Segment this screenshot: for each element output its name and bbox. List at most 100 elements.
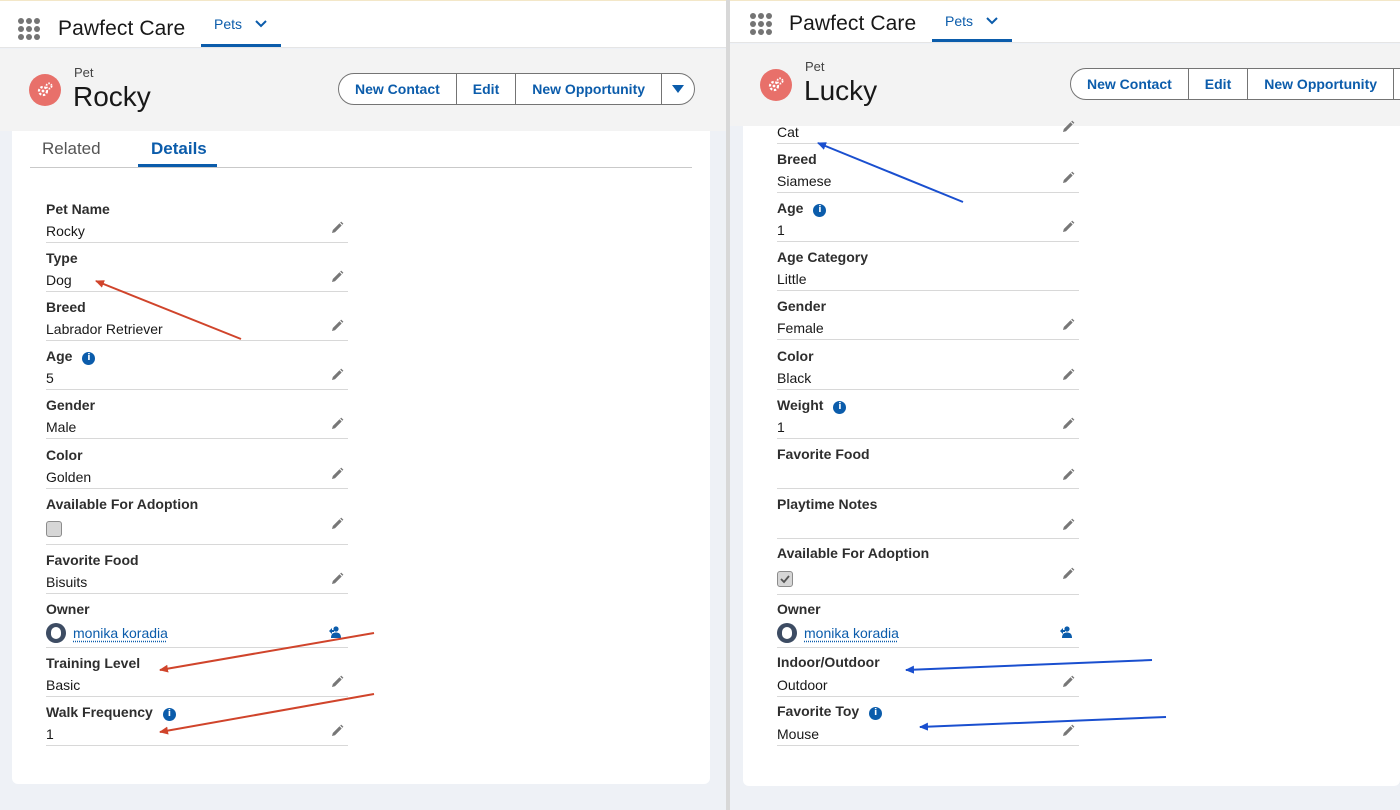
pencil-icon[interactable] (330, 724, 344, 738)
field-label: Owner (777, 601, 821, 617)
field-available-for-adoption: Available For Adoption (777, 545, 1079, 595)
new-contact-button[interactable]: New Contact (1070, 68, 1189, 100)
field-owner: Owner monika koradia (46, 600, 348, 648)
global-nav: Pawfect Care Pets (730, 0, 1400, 43)
info-icon[interactable]: i (869, 707, 883, 720)
field-label: Breed (46, 299, 86, 315)
change-owner-icon[interactable] (1059, 625, 1073, 639)
left-window: Pawfect Care Pets Pet Rocky New Contact … (0, 0, 726, 810)
owner-link[interactable]: monika koradia (804, 625, 899, 641)
owner-link[interactable]: monika koradia (73, 625, 168, 641)
field-value: Little (777, 271, 807, 287)
object-label: Pet (74, 65, 94, 80)
field-label: Available For Adoption (777, 545, 930, 561)
pencil-icon[interactable] (1061, 220, 1075, 234)
chevron-down-icon[interactable] (255, 19, 267, 28)
field-label: Breed (777, 151, 817, 167)
record-name: Rocky (73, 81, 151, 112)
field-age-category: Age Category Little (777, 249, 1079, 291)
nav-tab-label: Pets (214, 15, 243, 32)
pencil-icon[interactable] (1061, 518, 1075, 532)
nav-tab-pets[interactable]: Pets (932, 3, 1012, 42)
field-value: Dog (46, 272, 72, 288)
field-gender: Gender Male (46, 396, 348, 439)
field-available-for-adoption: Available For Adoption (46, 495, 348, 545)
field-breed: Breed Labrador Retriever (46, 298, 348, 341)
field-value: 1 (46, 726, 54, 742)
pencil-icon[interactable] (330, 417, 344, 431)
field-label-text: Age (777, 200, 804, 216)
checkmark-icon (780, 575, 790, 584)
pencil-icon[interactable] (330, 675, 344, 689)
record-header: Pet Rocky New Contact Edit New Opportuni… (0, 49, 726, 131)
field-training-level: Training Level Basic (46, 654, 348, 697)
tab-related[interactable]: Related (42, 139, 101, 159)
field-label: Color (46, 447, 83, 463)
field-value: 1 (777, 419, 785, 435)
record-header: Pet Lucky New Contact Edit New Opportuni… (730, 44, 1400, 126)
edit-button[interactable]: Edit (455, 73, 517, 105)
field-value: Siamese (777, 173, 832, 189)
pencil-icon[interactable] (330, 368, 344, 382)
adoption-checkbox-checked (777, 571, 793, 587)
more-actions-button[interactable] (661, 73, 696, 105)
field-label-text: Favorite Toy (777, 703, 860, 719)
edit-button[interactable]: Edit (1187, 68, 1249, 100)
pencil-icon[interactable] (1061, 724, 1075, 738)
pencil-icon[interactable] (330, 319, 344, 333)
field-value: Outdoor (777, 677, 828, 693)
owner-avatar (777, 623, 797, 643)
field-label: Gender (777, 298, 827, 314)
record-name: Lucky (804, 75, 878, 106)
action-buttons: New Contact Edit New Opportunity (1070, 68, 1400, 100)
field-favorite-food: Favorite Food Bisuits (46, 551, 348, 594)
field-favorite-food: Favorite Food (777, 446, 1079, 489)
info-icon[interactable]: i (833, 401, 847, 414)
pencil-icon[interactable] (1061, 468, 1075, 482)
field-value: Labrador Retriever (46, 321, 163, 337)
field-walk-frequency: Walk Frequency i 1 (46, 703, 348, 746)
field-label: Weight i (777, 397, 847, 414)
info-icon[interactable]: i (162, 708, 176, 721)
field-favorite-toy: Favorite Toy i Mouse (777, 703, 1079, 746)
field-value: 5 (46, 370, 54, 386)
field-weight: Weight i 1 (777, 397, 1079, 439)
pencil-icon[interactable] (330, 517, 344, 531)
pencil-icon[interactable] (1061, 368, 1075, 382)
app-launcher-icon[interactable] (18, 18, 40, 40)
change-owner-icon[interactable] (328, 625, 342, 639)
field-value: Basic (46, 677, 81, 693)
pencil-icon[interactable] (330, 221, 344, 235)
pencil-icon[interactable] (330, 572, 344, 586)
field-value: Cat (777, 124, 799, 140)
pet-object-icon (760, 69, 792, 101)
global-nav: Pawfect Care Pets (0, 0, 726, 48)
chevron-down-icon[interactable] (986, 17, 998, 25)
field-age: Age i 1 (777, 200, 1079, 242)
pencil-icon[interactable] (1061, 417, 1075, 431)
tab-details[interactable]: Details (151, 139, 207, 159)
pencil-icon[interactable] (1061, 567, 1075, 581)
record-card: Related Details Pet Name Rocky Type Dog … (12, 131, 710, 784)
action-buttons: New Contact Edit New Opportunity (338, 73, 696, 105)
pencil-icon[interactable] (1061, 318, 1075, 332)
right-window: Pawfect Care Pets Pet Lucky New Contact … (730, 0, 1400, 810)
pencil-icon[interactable] (330, 467, 344, 481)
nav-tab-pets[interactable]: Pets (201, 3, 281, 47)
pencil-icon[interactable] (1061, 120, 1075, 134)
field-type: Type Dog (46, 249, 348, 292)
new-opportunity-button[interactable]: New Opportunity (1247, 68, 1395, 100)
pencil-icon[interactable] (1061, 171, 1075, 185)
app-name: Pawfect Care (789, 12, 917, 35)
more-actions-button[interactable] (1393, 68, 1400, 100)
info-icon[interactable]: i (813, 204, 827, 217)
field-label: Available For Adoption (46, 496, 199, 512)
app-name: Pawfect Care (58, 17, 186, 40)
pencil-icon[interactable] (330, 270, 344, 284)
info-icon[interactable]: i (82, 352, 96, 365)
app-launcher-icon[interactable] (750, 13, 772, 35)
new-contact-button[interactable]: New Contact (338, 73, 457, 105)
field-value: Bisuits (46, 574, 88, 590)
new-opportunity-button[interactable]: New Opportunity (515, 73, 663, 105)
pencil-icon[interactable] (1061, 675, 1075, 689)
